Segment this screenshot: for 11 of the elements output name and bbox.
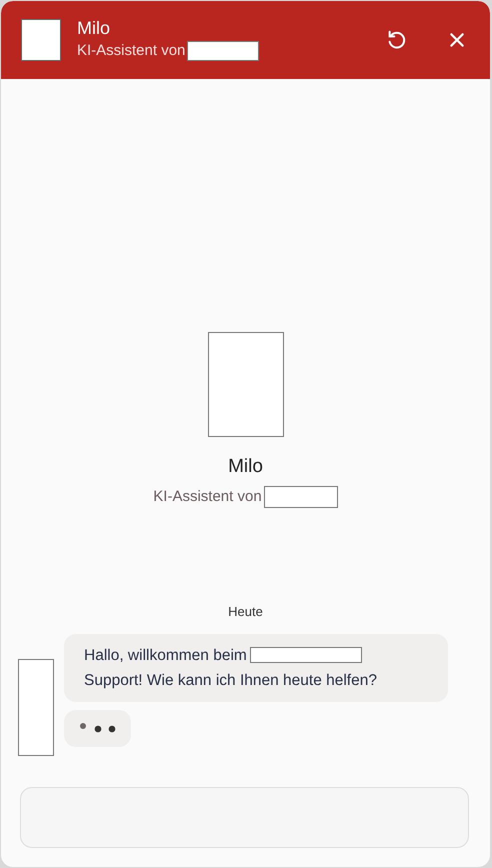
avatar-placeholder: [21, 19, 61, 61]
message-input[interactable]: [20, 787, 469, 848]
assistant-name: Milo: [77, 18, 112, 40]
message-text: Hallo, willkommen beim Support! Wie kann ich Ihnen heute helfen?: [64, 634, 448, 702]
date-separator: Heute: [227, 603, 264, 621]
assistant-subtitle: KI-Assistent von: [77, 40, 366, 62]
refresh-icon: [386, 29, 408, 51]
assistant-name: Milo: [228, 455, 263, 479]
assistant-subtitle: KI-Assistent von: [153, 486, 338, 508]
close-icon: [448, 31, 466, 49]
dots-icon: [78, 722, 116, 734]
